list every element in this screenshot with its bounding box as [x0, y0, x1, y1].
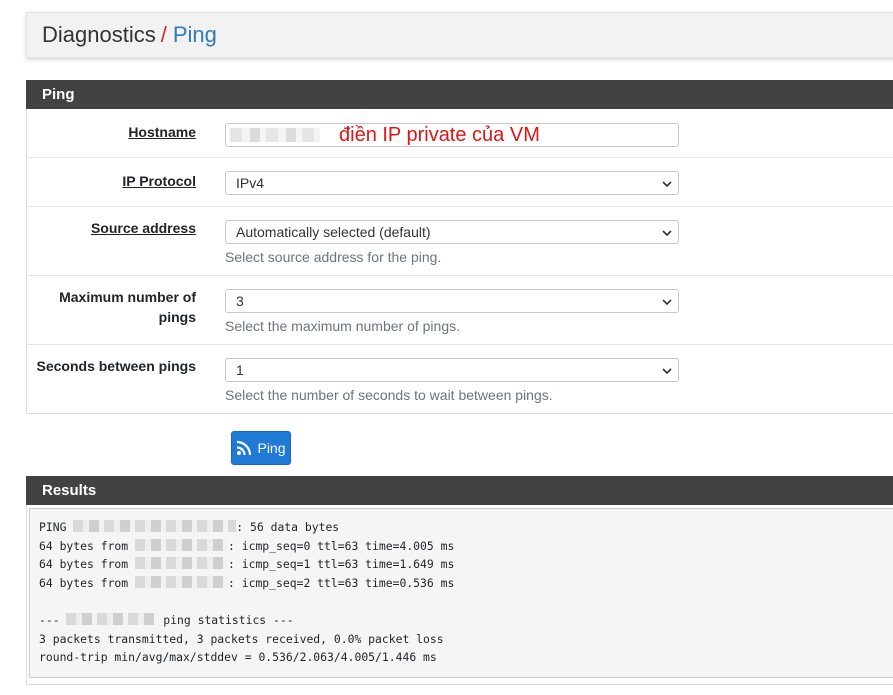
ping-form: Hostname điền IP private của VM IP Proto… — [26, 109, 893, 414]
result-line: 64 bytes from : icmp_seq=0 ttl=63 time=4… — [39, 538, 455, 553]
ip-protocol-value: IPv4 — [236, 175, 265, 191]
result-line-prefix: PING — [39, 520, 74, 534]
result-line-prefix: 64 bytes from — [39, 575, 136, 590]
seconds-between-help: Select the number of seconds to wait bet… — [225, 387, 553, 403]
ip-protocol-label[interactable]: IP Protocol — [122, 171, 196, 191]
source-address-row: Source address Automatically selected (d… — [27, 207, 893, 276]
rss-icon — [237, 440, 252, 456]
ip-protocol-row: IP Protocol IPv4 — [27, 158, 893, 207]
source-address-help: Select source address for the ping. — [225, 249, 442, 265]
result-line-suffix: : icmp_seq=2 ttl=63 time=0.536 ms — [228, 575, 455, 590]
hostname-label[interactable]: Hostname — [128, 122, 196, 142]
hostname-annotation: điền IP private của VM — [339, 124, 540, 146]
breadcrumb-ping[interactable]: Ping — [173, 22, 217, 48]
result-line: 64 bytes from : icmp_seq=2 ttl=63 time=0… — [39, 575, 455, 590]
chevron-down-icon — [662, 299, 672, 306]
result-line: 3 packets transmitted, 3 packets receive… — [39, 631, 444, 646]
result-line: --- ping statistics --- — [39, 612, 294, 627]
ping-button[interactable]: Ping — [231, 431, 291, 465]
results-panel: PING : 56 data bytes 64 bytes from : icm… — [26, 505, 893, 685]
seconds-between-label: Seconds between pings — [36, 358, 196, 374]
result-line-suffix: ping statistics --- — [156, 612, 294, 627]
ping-button-label: Ping — [257, 440, 286, 456]
seconds-between-value: 1 — [236, 362, 244, 378]
result-line: PING : 56 data bytes — [39, 520, 339, 534]
result-line-suffix: : 56 data bytes — [236, 520, 340, 534]
hostname-input[interactable]: điền IP private của VM — [225, 123, 679, 147]
source-address-label[interactable]: Source address — [91, 218, 196, 238]
result-line-prefix: 64 bytes from — [39, 538, 136, 553]
max-pings-value: 3 — [236, 293, 244, 309]
chevron-down-icon — [662, 181, 672, 188]
redacted-ip — [135, 538, 229, 551]
chevron-down-icon — [662, 368, 672, 375]
source-address-value: Automatically selected (default) — [236, 224, 431, 240]
max-pings-row: Maximum number of pings 3 Select the max… — [27, 276, 893, 345]
redacted-ip — [135, 575, 229, 588]
result-line-prefix: --- — [39, 612, 67, 627]
result-line-suffix: : icmp_seq=1 ttl=63 time=1.649 ms — [228, 557, 455, 572]
breadcrumb-separator: / — [160, 22, 167, 47]
result-line-prefix: 64 bytes from — [39, 557, 136, 572]
source-address-select[interactable]: Automatically selected (default) — [225, 220, 679, 244]
result-line: 64 bytes from : icmp_seq=1 ttl=63 time=1… — [39, 557, 454, 571]
breadcrumb: Diagnostics / Ping — [26, 12, 893, 58]
results-panel-heading: Results — [26, 476, 893, 505]
result-line-suffix: : icmp_seq=0 ttl=63 time=4.005 ms — [228, 538, 455, 553]
hostname-row: Hostname điền IP private của VM — [27, 109, 893, 158]
redacted-host — [66, 612, 157, 625]
seconds-between-select[interactable]: 1 — [225, 358, 679, 382]
seconds-between-row: Seconds between pings 1 Select the numbe… — [27, 345, 893, 414]
hostname-redacted-value — [230, 128, 320, 142]
chevron-down-icon — [662, 230, 672, 237]
redacted-ip — [135, 557, 229, 570]
result-line: round-trip min/avg/max/stddev = 0.536/2.… — [39, 650, 437, 665]
max-pings-label: Maximum number of pings — [59, 289, 196, 325]
max-pings-help: Select the maximum number of pings. — [225, 318, 460, 334]
max-pings-select[interactable]: 3 — [225, 289, 679, 313]
redacted-host — [73, 520, 237, 532]
ip-protocol-select[interactable]: IPv4 — [225, 171, 679, 195]
results-output: PING : 56 data bytes 64 bytes from : icm… — [29, 508, 893, 678]
ping-panel-heading: Ping — [26, 80, 893, 109]
breadcrumb-diagnostics[interactable]: Diagnostics — [42, 22, 156, 48]
